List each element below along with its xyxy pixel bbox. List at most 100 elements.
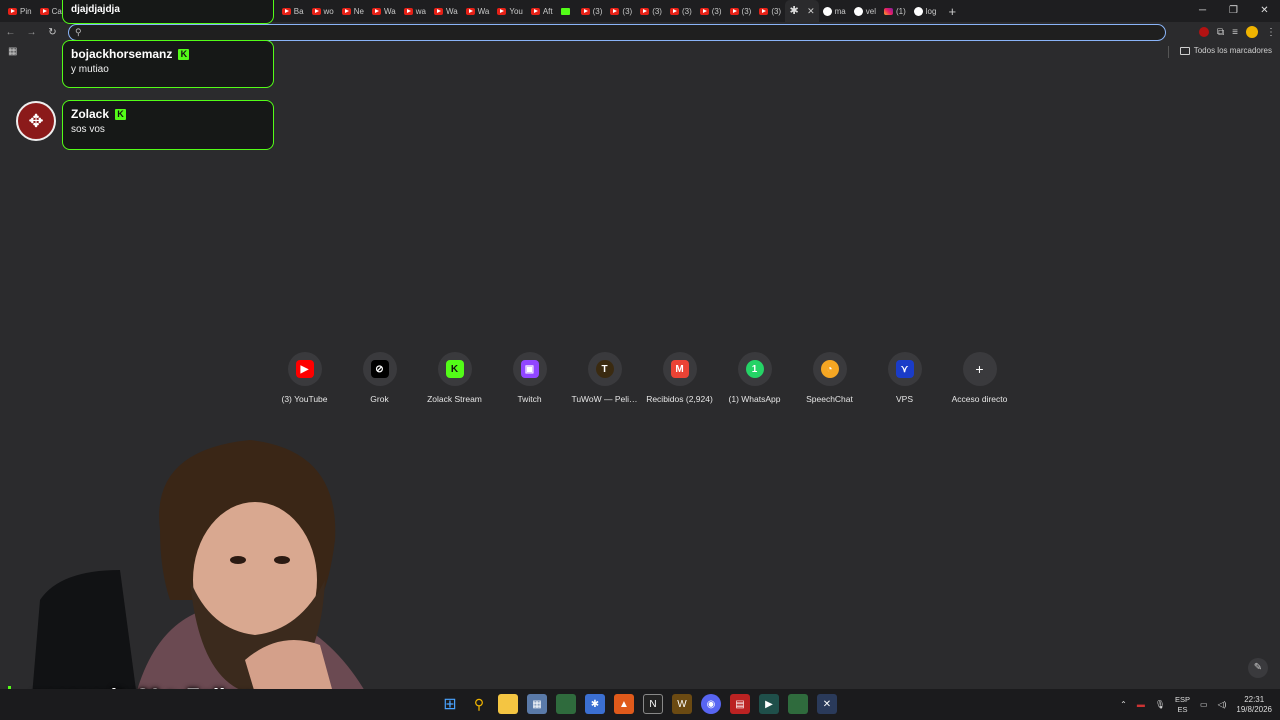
avatar-emblem-icon: ✥ xyxy=(28,110,44,131)
shortcut-label: Grok xyxy=(370,394,389,404)
ndi-icon[interactable]: N xyxy=(643,694,663,714)
video-app-icon[interactable]: ▤ xyxy=(730,694,750,714)
youtube-icon xyxy=(341,7,351,15)
windows-taskbar: ⊞ ⚲ ▦ ✱ ▲ N W ◉ ▤ ▶ ✕ ⌃ ▬ 🎙︎ ESP ES ▭ ◁)… xyxy=(0,689,1280,720)
minimize-button[interactable]: ─ xyxy=(1187,0,1218,22)
browser-tab[interactable]: Ba xyxy=(278,0,308,22)
apps-grid-icon[interactable]: ▦ xyxy=(8,47,18,57)
shortcut-tile[interactable]: ▣ Twitch xyxy=(492,352,567,404)
shortcut-label: VPS xyxy=(895,394,913,404)
windows-start-icon[interactable]: ⊞ xyxy=(440,694,460,714)
reading-list-icon[interactable]: ≡ xyxy=(1232,27,1238,38)
youtube-icon xyxy=(311,7,321,15)
tab-label: Wa xyxy=(384,6,396,16)
tray-chevron-icon[interactable]: ⌃ xyxy=(1120,700,1127,709)
kick-badge-icon: K xyxy=(115,108,127,120)
kick-badge-icon: K xyxy=(178,48,190,60)
browser-tab[interactable]: Ne xyxy=(338,0,368,22)
app-icon[interactable] xyxy=(556,694,576,714)
profile-avatar[interactable] xyxy=(1246,26,1258,38)
tray-app-icon[interactable]: ▬ xyxy=(1137,700,1145,709)
chat-message-partial: djajdjajdja xyxy=(62,0,274,24)
new-tab-button[interactable]: + xyxy=(948,4,956,19)
browser-tab[interactable]: (3) xyxy=(577,0,607,22)
browser-tab[interactable]: vel xyxy=(850,0,880,22)
browser-tab[interactable]: (3) xyxy=(636,0,666,22)
browser-tab[interactable]: log xyxy=(910,0,941,22)
tab-label: Wa xyxy=(477,6,490,16)
discord-icon[interactable]: ◉ xyxy=(701,694,721,714)
search-icon[interactable]: ⚲ xyxy=(469,694,489,714)
browser-tab[interactable]: (3) xyxy=(755,0,785,22)
google-icon xyxy=(913,6,923,16)
tab-label: (3) xyxy=(771,6,782,16)
clock-time: 22:31 xyxy=(1244,694,1265,704)
browser-tab[interactable]: (3) xyxy=(726,0,756,22)
calculator-icon[interactable]: ▦ xyxy=(527,694,547,714)
chat-avatar: ✥ xyxy=(16,101,56,141)
browser-tab[interactable]: wo xyxy=(308,0,338,22)
all-bookmarks-button[interactable]: Todos los marcadores xyxy=(1179,46,1272,55)
browser-tab[interactable]: ✱ ✕ xyxy=(785,0,819,22)
reload-button[interactable]: ↻ xyxy=(42,27,63,38)
address-bar[interactable]: ⚲ xyxy=(68,24,1166,41)
browser-tab[interactable]: ma xyxy=(819,0,850,22)
shortcut-tile[interactable]: ◔ SpeechChat xyxy=(792,352,867,404)
brave-icon[interactable]: ▲ xyxy=(614,694,634,714)
terminal-icon[interactable]: ▶ xyxy=(759,694,779,714)
wow-icon[interactable]: W xyxy=(672,694,692,714)
browser-tab[interactable]: Wa xyxy=(368,0,400,22)
microphone-icon[interactable]: 🎙︎ xyxy=(1155,700,1165,709)
shortcut-tile[interactable]: T TuWoW — Peli… xyxy=(567,352,642,404)
app-icon-2[interactable] xyxy=(788,694,808,714)
menu-icon[interactable]: ⋮ xyxy=(1266,27,1276,38)
browser-tab[interactable]: Wa xyxy=(430,0,462,22)
language-indicator[interactable]: ESP ES xyxy=(1175,695,1190,715)
customize-pencil-icon[interactable]: ✎ xyxy=(1248,658,1268,678)
chrome-app-icon[interactable]: ✱ xyxy=(585,694,605,714)
close-tab-icon[interactable]: ✕ xyxy=(807,6,815,17)
browser-tab[interactable]: (3) xyxy=(666,0,696,22)
chat-message: bojackhorsemanz K y mutiao xyxy=(62,40,274,88)
tab-label: (1) xyxy=(896,6,906,16)
shortcut-tile[interactable]: ▶ (3) YouTube xyxy=(267,352,342,404)
chat-text: y mutiao xyxy=(71,64,109,75)
shortcut-tile[interactable]: K Zolack Stream xyxy=(417,352,492,404)
shortcut-tile[interactable]: + Acceso directo xyxy=(942,352,1017,404)
browser-tab[interactable]: Wa xyxy=(462,0,494,22)
file-explorer-icon[interactable] xyxy=(498,694,518,714)
browser-tab[interactable]: (1) xyxy=(880,0,910,22)
keyboard-code: ES xyxy=(1177,704,1188,714)
browser-tab[interactable]: Pin xyxy=(4,0,36,22)
address-input[interactable] xyxy=(87,25,1147,39)
shortcut-tile[interactable]: ⋎ VPS xyxy=(867,352,942,404)
close-window-button[interactable]: ✕ xyxy=(1249,0,1280,22)
forward-button[interactable]: → xyxy=(21,27,42,38)
shortcut-tile[interactable]: M Recibidos (2,924) xyxy=(642,352,717,404)
extensions-icon[interactable]: ⧉ xyxy=(1217,27,1224,38)
shortcut-tile[interactable]: 1 (1) WhatsApp xyxy=(717,352,792,404)
back-button[interactable]: ← xyxy=(0,27,21,38)
app-icon-3[interactable]: ✕ xyxy=(817,694,837,714)
browser-tab[interactable]: Aft xyxy=(527,0,557,22)
network-icon[interactable]: ▭ xyxy=(1200,700,1208,709)
shortcut-tile[interactable]: ⊘ Grok xyxy=(342,352,417,404)
restore-button[interactable]: ❐ xyxy=(1218,0,1249,22)
browser-tab[interactable] xyxy=(557,0,577,22)
ublock-extension-icon[interactable] xyxy=(1199,27,1210,37)
browser-tab[interactable]: You xyxy=(493,0,527,22)
system-tray: ⌃ ▬ 🎙︎ ESP ES ▭ ◁) 22:31 19/8/2026 xyxy=(1120,689,1272,720)
browser-tab[interactable]: wa xyxy=(400,0,430,22)
gmail-icon: M xyxy=(670,360,689,378)
folder-icon xyxy=(1179,46,1190,55)
volume-icon[interactable]: ◁) xyxy=(1218,700,1227,709)
browser-tab[interactable]: (3) xyxy=(696,0,726,22)
shortcut-label: Acceso directo xyxy=(951,394,1008,404)
browser-tab[interactable]: (3) xyxy=(606,0,636,22)
tab-label: Pin xyxy=(20,6,32,16)
all-bookmarks-label: Todos los marcadores xyxy=(1193,46,1272,55)
clock[interactable]: 22:31 19/8/2026 xyxy=(1236,695,1272,715)
shortcut-icon-circle: + xyxy=(962,352,997,386)
youtube-icon xyxy=(39,7,49,15)
shortcut-label: (3) YouTube xyxy=(281,394,328,404)
